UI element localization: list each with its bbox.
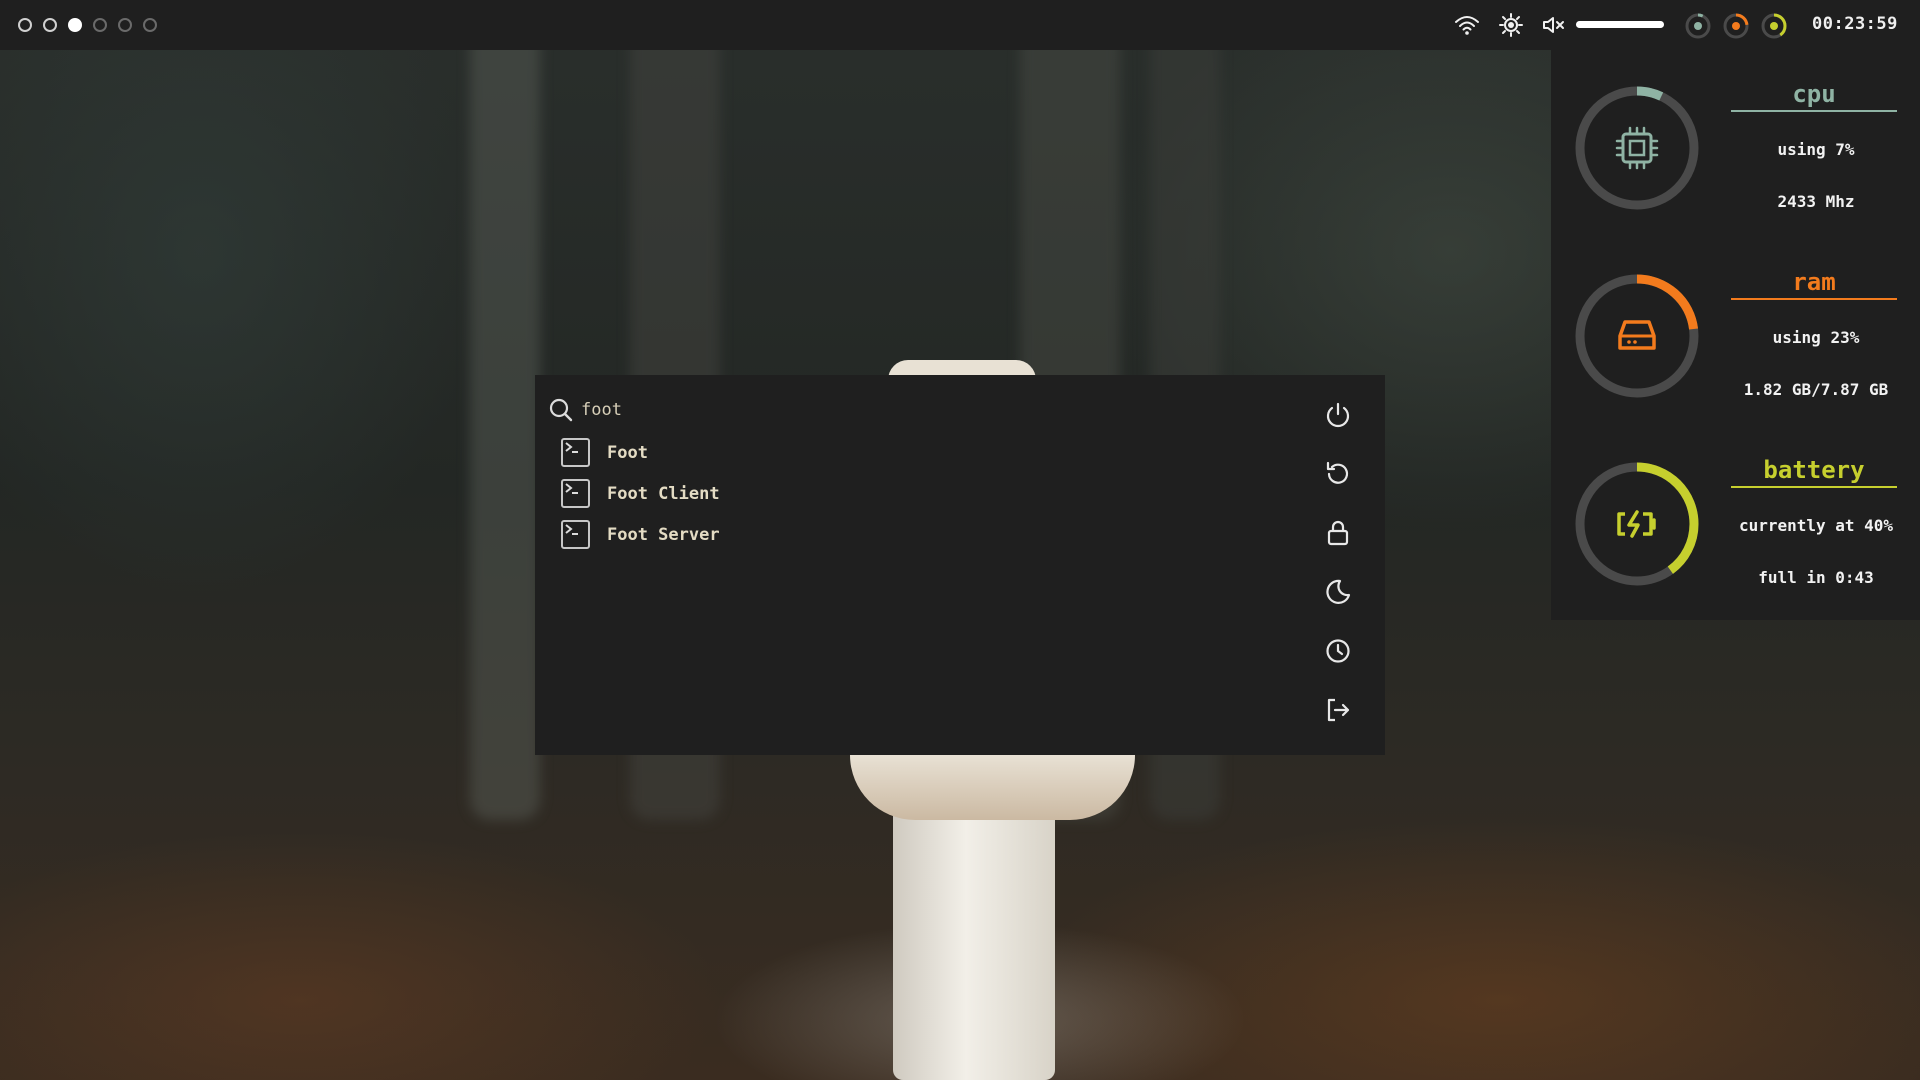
wifi-icon[interactable] — [1454, 13, 1480, 37]
cpu-usage-ring — [1575, 86, 1699, 210]
clock[interactable]: 00:23:59 — [1812, 14, 1898, 34]
lock-icon[interactable] — [1323, 518, 1353, 548]
battery-stat: battery currently at 40% full in 0:43 — [1551, 426, 1920, 596]
clock-icon[interactable] — [1323, 636, 1353, 666]
workspace-6-button[interactable] — [143, 18, 157, 32]
brightness-icon[interactable] — [1498, 13, 1524, 37]
cpu-stat: cpu using 7% 2433 Mhz — [1551, 50, 1920, 220]
battery-mini-ring-dot — [1770, 22, 1778, 30]
storage-icon — [1618, 320, 1656, 350]
battery-charging-icon — [1617, 510, 1656, 538]
volume-slider[interactable] — [1576, 21, 1664, 28]
power-menu — [1323, 400, 1353, 754]
result-foot-client[interactable]: Foot Client — [561, 473, 720, 514]
workspace-4-button[interactable] — [93, 18, 107, 32]
result-label: Foot — [607, 442, 648, 463]
system-stats-panel: cpu using 7% 2433 Mhz ram using 23% 1.82… — [1551, 50, 1920, 620]
app-launcher: Foot Foot Client Foot Server — [535, 375, 1385, 755]
battery-time-text: full in 0:43 — [1758, 568, 1874, 587]
ram-usage-ring — [1575, 274, 1699, 398]
workspace-indicators — [18, 18, 157, 32]
terminal-icon — [561, 438, 590, 467]
power-icon[interactable] — [1323, 400, 1353, 430]
top-bar: 00:23:59 — [0, 0, 1920, 50]
ram-amount-text: 1.82 GB/7.87 GB — [1743, 380, 1889, 399]
cpu-usage-text: using 7% — [1777, 140, 1855, 159]
restart-icon[interactable] — [1323, 459, 1353, 489]
result-foot[interactable]: Foot — [561, 432, 720, 473]
search-results: Foot Foot Client Foot Server — [561, 432, 720, 555]
wallpaper-mushroom-stem — [893, 780, 1055, 1080]
battery-usage-ring — [1575, 462, 1699, 586]
logout-icon[interactable] — [1323, 695, 1353, 725]
volume-slider-fill — [1576, 21, 1664, 28]
workspace-3-button[interactable] — [68, 18, 82, 32]
wallpaper-trunk — [470, 0, 540, 820]
cpu-mini-ring[interactable] — [1684, 12, 1712, 40]
terminal-icon — [561, 520, 590, 549]
ram-mini-ring[interactable] — [1722, 12, 1750, 40]
cpu-icon — [1615, 126, 1659, 170]
ram-title: ram — [1731, 268, 1897, 300]
volume-muted-icon[interactable] — [1541, 13, 1567, 37]
battery-status-text: currently at 40% — [1738, 516, 1894, 535]
cpu-title: cpu — [1731, 80, 1897, 112]
workspace-2-button[interactable] — [43, 18, 57, 32]
cpu-ring-track — [1575, 86, 1699, 210]
search-input[interactable] — [581, 395, 1281, 425]
ram-stat: ram using 23% 1.82 GB/7.87 GB — [1551, 238, 1920, 408]
workspace-5-button[interactable] — [118, 18, 132, 32]
result-label: Foot Client — [607, 483, 720, 504]
ram-mini-ring-dot — [1732, 22, 1740, 30]
result-label: Foot Server — [607, 524, 720, 545]
cpu-frequency-text: 2433 Mhz — [1777, 192, 1855, 211]
ram-usage-text: using 23% — [1772, 328, 1860, 347]
cpu-mini-ring-dot — [1694, 22, 1702, 30]
terminal-icon — [561, 479, 590, 508]
result-foot-server[interactable]: Foot Server — [561, 514, 720, 555]
wallpaper-mushroom-cap — [850, 755, 1135, 820]
workspace-1-button[interactable] — [18, 18, 32, 32]
search-icon — [549, 398, 573, 422]
moon-icon[interactable] — [1323, 577, 1353, 607]
battery-mini-ring[interactable] — [1760, 12, 1788, 40]
battery-title: battery — [1731, 456, 1897, 488]
